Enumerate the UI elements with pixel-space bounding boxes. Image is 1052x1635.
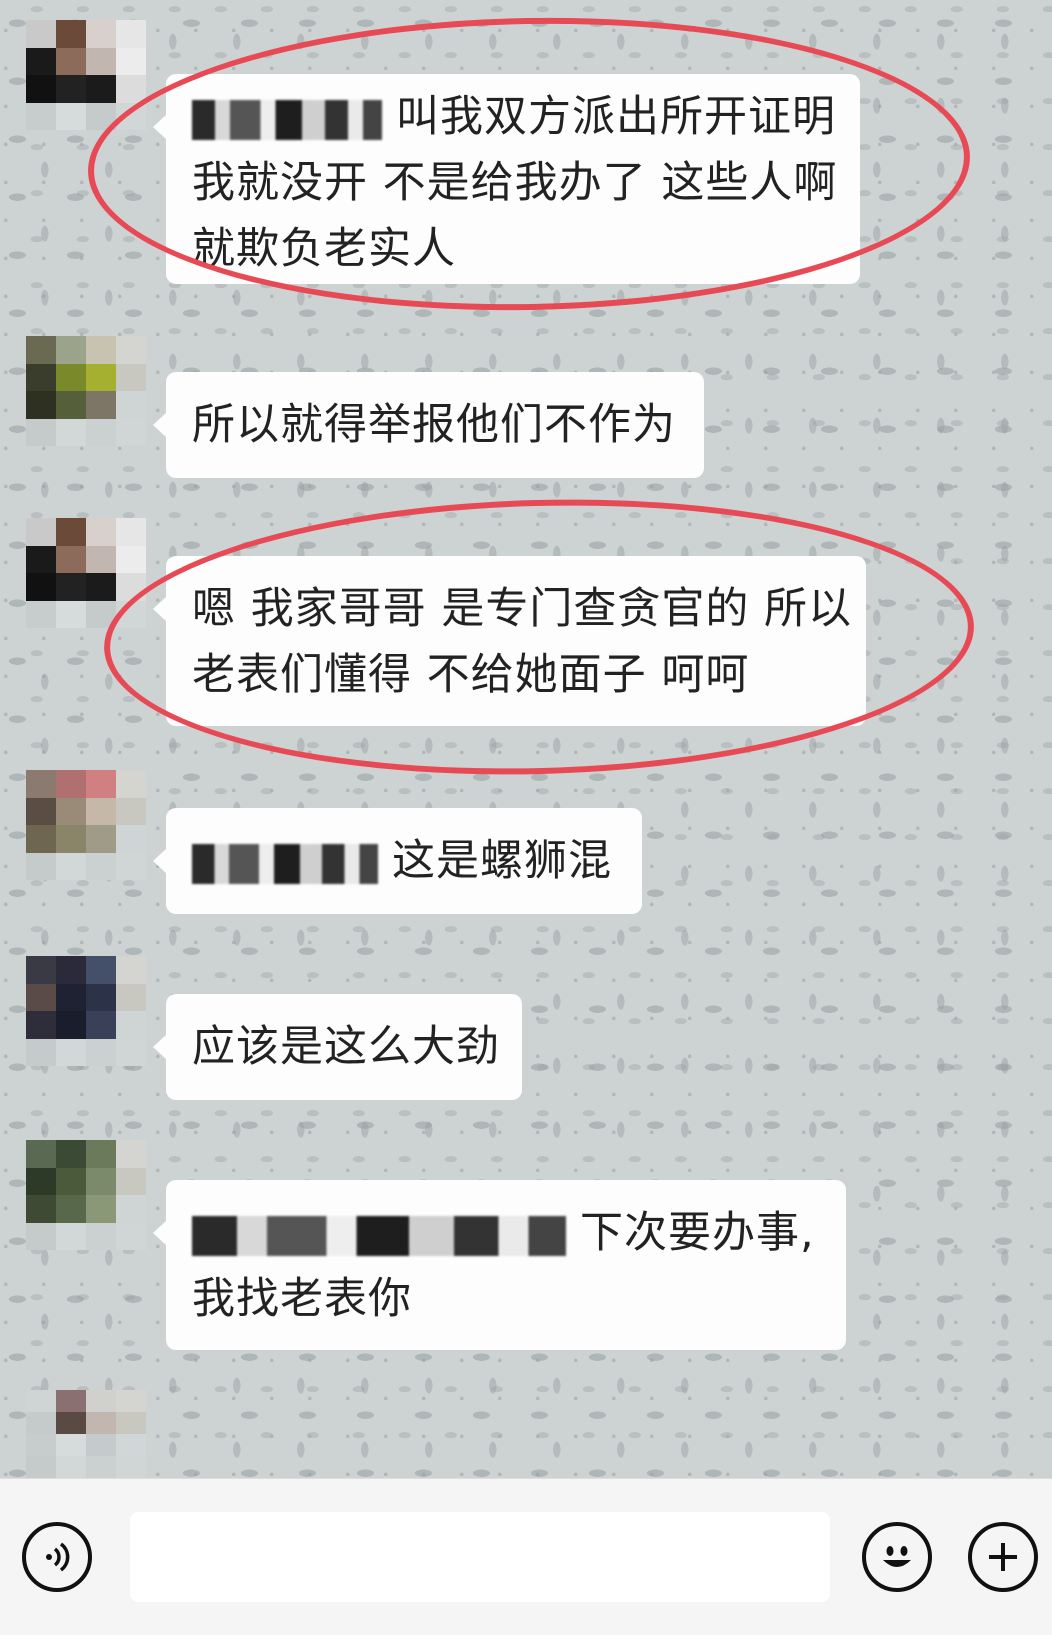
message-bubble[interactable]: 嗯 我家哥哥 是专门查贪官的 所以 老表们懂得 不给她面子 呵呵 (153, 556, 866, 726)
redacted-text (192, 843, 378, 884)
redacted-text (192, 99, 382, 140)
message-line: 我就没开 不是给我办了 这些人啊 (192, 158, 838, 208)
message-line: 应该是这么大劲 (192, 1022, 500, 1072)
avatar[interactable] (26, 518, 146, 628)
redacted-text (192, 1215, 566, 1256)
plus-icon[interactable] (968, 1522, 1038, 1592)
message-line: 叫我双方派出所开证明 (192, 84, 835, 150)
avatar[interactable] (26, 956, 146, 1066)
message-bubble[interactable]: 所以就得举报他们不作为 (153, 372, 704, 478)
message-line: 就欺负老实人 (192, 224, 456, 274)
avatar[interactable] (26, 1390, 146, 1478)
message-line: 所以就得举报他们不作为 (192, 400, 676, 450)
avatar[interactable] (26, 1140, 146, 1250)
message-bubble[interactable]: 这是螺狮混 (153, 808, 642, 914)
chat-area: 叫我双方派出所开证明 我就没开 不是给我办了 这些人啊 就欺负老实人 所以就得举… (0, 0, 1052, 1478)
message-line: 嗯 我家哥哥 是专门查贪官的 所以 (192, 584, 853, 634)
voice-icon[interactable] (22, 1522, 92, 1592)
message-input[interactable] (130, 1512, 830, 1602)
message-bubble[interactable]: 应该是这么大劲 (153, 994, 522, 1100)
emoji-icon[interactable] (862, 1522, 932, 1592)
avatar[interactable] (26, 770, 146, 880)
message-bubble[interactable]: 下次要办事, 我找老表你 (153, 1180, 846, 1350)
message-bubble[interactable]: 叫我双方派出所开证明 我就没开 不是给我办了 这些人啊 就欺负老实人 (153, 74, 860, 284)
input-bar (0, 1478, 1052, 1635)
avatar[interactable] (26, 20, 146, 130)
message-line: 老表们懂得 不给她面子 呵呵 (192, 650, 750, 700)
message-line: 这是螺狮混 (192, 828, 616, 894)
message-line: 下次要办事, (192, 1200, 820, 1266)
avatar[interactable] (26, 336, 146, 446)
message-line: 我找老表你 (192, 1274, 412, 1324)
